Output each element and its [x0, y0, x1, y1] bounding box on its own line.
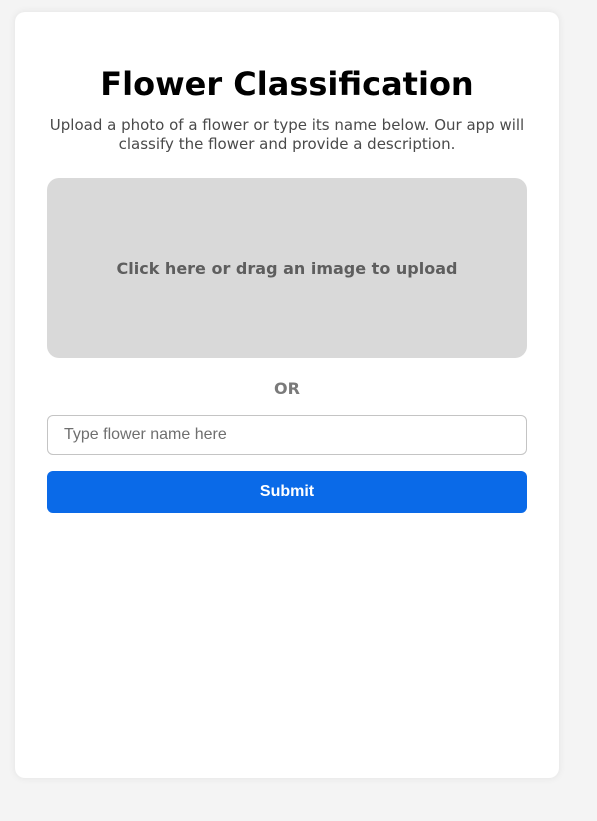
upload-label: Click here or drag an image to upload	[116, 258, 458, 278]
page-title: Flower Classification	[100, 65, 474, 103]
flower-name-input[interactable]	[47, 415, 527, 455]
page-description: Upload a photo of a flower or type its n…	[49, 116, 525, 153]
classification-card: Flower Classification Upload a photo of …	[15, 12, 559, 778]
submit-button[interactable]: Submit	[47, 471, 527, 513]
image-upload-dropzone[interactable]: Click here or drag an image to upload	[47, 178, 527, 358]
or-separator: OR	[274, 379, 300, 398]
